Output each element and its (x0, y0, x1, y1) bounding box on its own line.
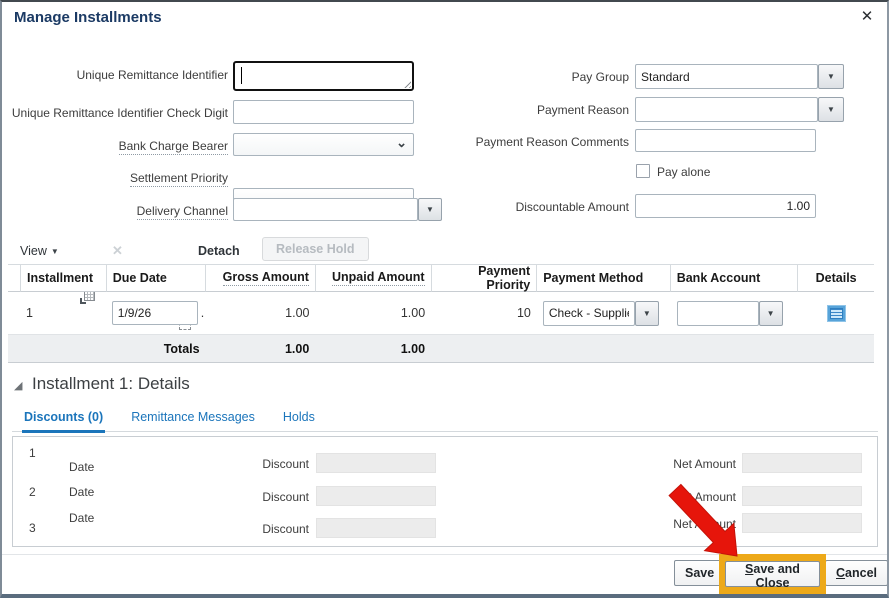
row-selector-header (8, 265, 21, 292)
unique-remittance-identifier-textarea[interactable] (233, 61, 414, 91)
unique-remittance-identifier-label: Unique Remittance Identifier (76, 68, 228, 82)
delete-row-icon[interactable]: ✕ (112, 243, 123, 259)
gross-amount-cell: 1.00 (285, 306, 310, 320)
view-menu[interactable]: View ▼ (20, 244, 59, 258)
due-date-cell: . (106, 292, 206, 334)
net-amount-field (742, 486, 862, 506)
section-title: Installment 1: Details (32, 374, 190, 393)
installment-cell: 1 (26, 306, 33, 320)
discount-label: Discount (262, 490, 309, 504)
bank-charge-bearer-select[interactable]: ⌄ (233, 133, 414, 156)
discount-field (316, 453, 436, 473)
pay-group-label: Pay Group (571, 70, 629, 84)
save-button[interactable]: Save (674, 560, 726, 586)
save-and-close-highlight: Save and Close (719, 554, 826, 594)
tab-discounts[interactable]: Discounts (0) (22, 404, 106, 433)
col-header-due-date[interactable]: Due Date (106, 265, 207, 292)
save-and-close-button[interactable]: Save and Close (725, 561, 820, 590)
net-amount-field (742, 453, 862, 473)
dialog-title: Manage Installments (14, 9, 162, 26)
release-hold-button[interactable]: Release Hold (262, 237, 369, 261)
net-amount-label: Net Amount (673, 490, 736, 504)
bank-charge-bearer-label: Bank Charge Bearer (118, 139, 228, 155)
discount-row-number: 2 (29, 485, 36, 499)
discount-label: Discount (262, 457, 309, 471)
discount-field (316, 486, 436, 506)
bank-account-cell: ▼ (671, 292, 799, 334)
payment-method-cell: ▼ (537, 292, 671, 334)
pay-group-dropdown-button[interactable]: ▼ (818, 64, 844, 89)
date-label: Date (69, 460, 95, 474)
text-cursor (241, 67, 242, 84)
net-amount-field (742, 513, 862, 533)
pay-alone-label: Pay alone (657, 165, 711, 179)
col-header-details: Details (798, 265, 874, 292)
payment-reason-comments-input[interactable] (635, 129, 816, 152)
settlement-priority-label: Settlement Priority (129, 171, 228, 187)
discount-label: Discount (262, 522, 309, 536)
col-header-installment[interactable]: Installment (21, 265, 107, 292)
col-header-unpaid-amount[interactable]: Unpaid Amount (315, 265, 432, 292)
bank-account-input[interactable] (676, 300, 759, 326)
caret-down-icon: ▼ (50, 247, 59, 256)
col-header-bank-account[interactable]: Bank Account (670, 265, 799, 292)
discounts-panel: 1 Date Discount Net Amount 2 Date Discou… (12, 436, 878, 547)
resize-grip-icon[interactable] (402, 79, 411, 88)
section-collapse-icon[interactable]: ◢ (14, 379, 22, 392)
caret-down-icon: ▼ (766, 308, 775, 318)
payment-reason-dropdown-button[interactable]: ▼ (818, 97, 844, 122)
tab-holds[interactable]: Holds (281, 404, 317, 431)
manage-installments-dialog: Manage Installments ✕ Unique Remittance … (0, 0, 889, 598)
delivery-channel-input[interactable] (233, 198, 418, 221)
totals-gross-amount: 1.00 (284, 341, 310, 356)
payment-reason-label: Payment Reason (536, 103, 629, 117)
payment-reason-comments-label: Payment Reason Comments (475, 135, 629, 149)
totals-unpaid-amount: 1.00 (400, 341, 426, 356)
table-row[interactable]: 1 . 1.00 1.00 10 ▼ ▼ (8, 292, 874, 334)
tab-remittance-messages[interactable]: Remittance Messages (129, 404, 257, 431)
discount-row-number: 1 (29, 446, 36, 460)
unpaid-amount-cell: 1.00 (400, 306, 426, 320)
details-cell (798, 292, 874, 334)
payment-reason-input[interactable] (635, 97, 818, 122)
discount-row-number: 3 (29, 521, 36, 535)
close-icon[interactable]: ✕ (858, 8, 876, 26)
net-amount-label: Net Amount (673, 457, 736, 471)
check-digit-label: Unique Remittance Identifier Check Digit (11, 106, 228, 120)
pay-group-input[interactable] (635, 64, 818, 89)
payment-method-dropdown-button[interactable]: ▼ (634, 300, 659, 326)
caret-down-icon: ▼ (642, 308, 651, 318)
date-label: Date (69, 511, 95, 525)
details-tabs: Discounts (0) Remittance Messages Holds (12, 404, 878, 433)
caret-down-icon: ▼ (827, 72, 835, 81)
col-header-gross-amount[interactable]: Gross Amount (206, 265, 316, 292)
table-header-row: Installment Due Date Gross Amount Unpaid… (8, 264, 874, 292)
row-selector-cell[interactable] (8, 292, 20, 334)
net-amount-label: Net Amount (673, 517, 736, 531)
caret-down-icon: ▼ (827, 105, 835, 114)
detach-label[interactable]: Detach (198, 244, 240, 258)
totals-row: Totals 1.00 1.00 (8, 334, 874, 363)
details-glyph (829, 307, 843, 319)
bank-account-dropdown-button[interactable]: ▼ (758, 300, 783, 326)
col-header-payment-priority[interactable]: Payment Priority (431, 264, 538, 292)
col-header-payment-method[interactable]: Payment Method (537, 265, 671, 292)
due-date-trailing-dot: . (200, 306, 205, 320)
payment-method-input[interactable] (542, 300, 635, 326)
pay-alone-checkbox[interactable] (636, 164, 650, 178)
discountable-amount-input[interactable] (635, 194, 816, 218)
check-digit-input[interactable] (233, 100, 414, 124)
installments-table: Installment Due Date Gross Amount Unpaid… (8, 264, 874, 363)
chevron-down-icon: ⌄ (396, 135, 407, 150)
due-date-input[interactable] (111, 301, 198, 325)
delivery-channel-label: Delivery Channel (136, 204, 228, 220)
cancel-button[interactable]: Cancel (825, 560, 887, 586)
payment-priority-cell: 10 (516, 306, 531, 320)
details-icon[interactable] (826, 304, 846, 322)
discountable-amount-label: Discountable Amount (515, 200, 629, 214)
totals-label: Totals (163, 341, 200, 356)
date-label: Date (69, 485, 95, 499)
discount-field (316, 518, 436, 538)
